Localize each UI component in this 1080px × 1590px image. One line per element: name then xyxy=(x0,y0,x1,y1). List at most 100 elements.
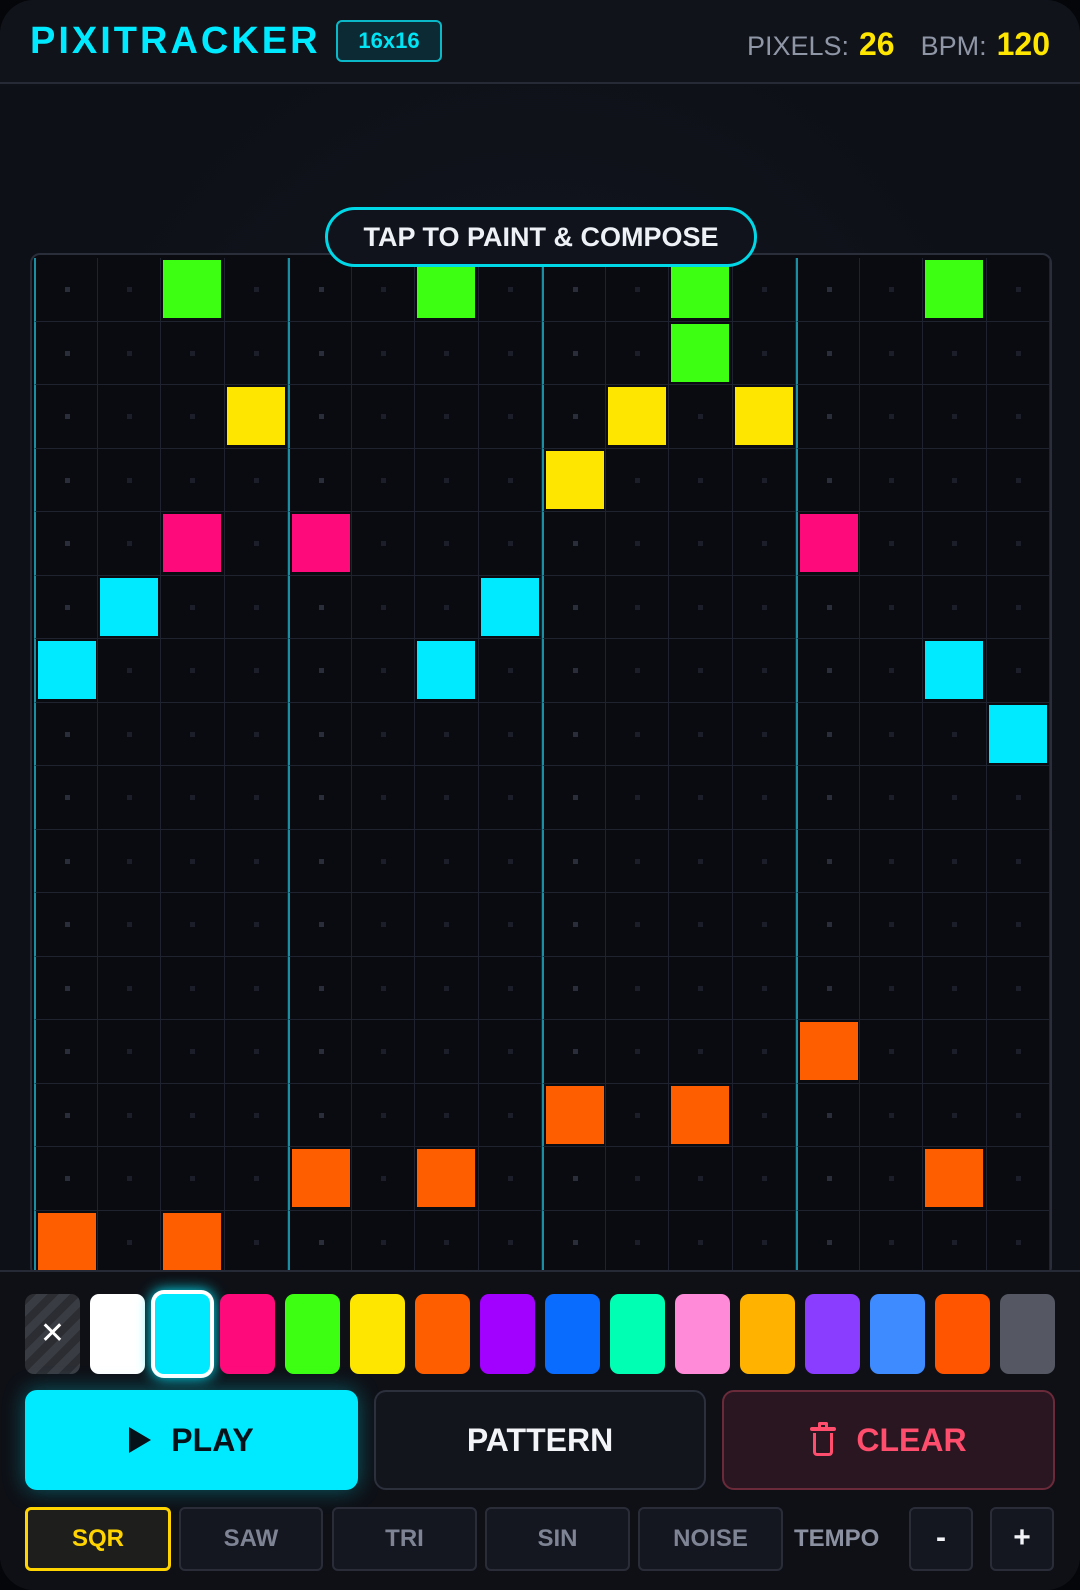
grid-cell[interactable] xyxy=(97,1020,161,1084)
grid-cell[interactable] xyxy=(288,1020,352,1084)
grid-cell[interactable] xyxy=(923,893,987,957)
grid-cell[interactable] xyxy=(923,321,987,385)
grid-cell[interactable] xyxy=(351,1083,415,1147)
grid-cell[interactable] xyxy=(605,448,669,512)
grid-cell[interactable] xyxy=(986,1147,1050,1211)
color-swatch[interactable] xyxy=(675,1294,730,1374)
grid-cell[interactable] xyxy=(161,512,225,576)
grid-cell[interactable] xyxy=(34,1147,98,1211)
grid-cell[interactable] xyxy=(859,702,923,766)
grid-cell[interactable] xyxy=(732,766,796,830)
grid-cell[interactable] xyxy=(542,1083,606,1147)
grid-cell[interactable] xyxy=(796,258,860,322)
grid-cell[interactable] xyxy=(732,385,796,449)
grid-cell[interactable] xyxy=(97,1083,161,1147)
grid-cell[interactable] xyxy=(986,321,1050,385)
grid-cell[interactable] xyxy=(351,512,415,576)
grid-cell[interactable] xyxy=(97,512,161,576)
grid-cell[interactable] xyxy=(34,893,98,957)
tempo-increase-button[interactable]: + xyxy=(990,1507,1054,1571)
grid-cell[interactable] xyxy=(669,1210,733,1274)
grid-cell[interactable] xyxy=(224,1147,288,1211)
grid-cell[interactable] xyxy=(34,1020,98,1084)
color-swatch[interactable] xyxy=(805,1294,860,1374)
grid-cell[interactable] xyxy=(732,1020,796,1084)
grid-cell[interactable] xyxy=(415,766,479,830)
grid-cell[interactable] xyxy=(986,829,1050,893)
grid-cell[interactable] xyxy=(923,1147,987,1211)
grid-cell[interactable] xyxy=(288,575,352,639)
grid-cell[interactable] xyxy=(478,575,542,639)
grid-cell[interactable] xyxy=(542,702,606,766)
grid-cell[interactable] xyxy=(605,893,669,957)
color-swatch[interactable] xyxy=(1000,1294,1055,1374)
grid-cell[interactable] xyxy=(288,639,352,703)
grid-cell[interactable] xyxy=(288,385,352,449)
grid-cell[interactable] xyxy=(97,258,161,322)
grid-cell[interactable] xyxy=(605,512,669,576)
grid-cell[interactable] xyxy=(351,893,415,957)
grid-cell[interactable] xyxy=(34,385,98,449)
grid-cell[interactable] xyxy=(986,385,1050,449)
grid-cell[interactable] xyxy=(859,1020,923,1084)
grid-cell[interactable] xyxy=(542,1020,606,1084)
grid-cell[interactable] xyxy=(796,448,860,512)
grid-cell[interactable] xyxy=(415,956,479,1020)
grid-cell[interactable] xyxy=(97,956,161,1020)
grid-cell[interactable] xyxy=(161,956,225,1020)
grid-cell[interactable] xyxy=(288,1210,352,1274)
grid-cell[interactable] xyxy=(732,1083,796,1147)
grid-cell[interactable] xyxy=(224,258,288,322)
grid-cell[interactable] xyxy=(97,575,161,639)
grid-cell[interactable] xyxy=(351,829,415,893)
grid-cell[interactable] xyxy=(669,639,733,703)
grid-cell[interactable] xyxy=(542,1147,606,1211)
grid-cell[interactable] xyxy=(669,575,733,639)
grid-cell[interactable] xyxy=(351,321,415,385)
grid-cell[interactable] xyxy=(161,1210,225,1274)
grid-cell[interactable] xyxy=(288,448,352,512)
pattern-button[interactable]: PATTERN xyxy=(374,1390,706,1490)
grid-cell[interactable] xyxy=(415,321,479,385)
color-swatch[interactable] xyxy=(90,1294,145,1374)
grid-cell[interactable] xyxy=(669,258,733,322)
grid-cell[interactable] xyxy=(605,1210,669,1274)
grid-cell[interactable] xyxy=(288,766,352,830)
grid-cell[interactable] xyxy=(351,448,415,512)
grid-cell[interactable] xyxy=(605,766,669,830)
grid-cell[interactable] xyxy=(288,893,352,957)
grid-cell[interactable] xyxy=(542,766,606,830)
grid-cell[interactable] xyxy=(796,1083,860,1147)
grid-cell[interactable] xyxy=(161,1083,225,1147)
grid-cell[interactable] xyxy=(478,829,542,893)
grid-cell[interactable] xyxy=(161,258,225,322)
grid-cell[interactable] xyxy=(224,1083,288,1147)
grid-cell[interactable] xyxy=(923,1020,987,1084)
grid-cell[interactable] xyxy=(478,448,542,512)
grid-cell[interactable] xyxy=(923,385,987,449)
grid-cell[interactable] xyxy=(796,512,860,576)
grid-cell[interactable] xyxy=(923,639,987,703)
grid-cell[interactable] xyxy=(161,1147,225,1211)
grid-cell[interactable] xyxy=(224,385,288,449)
grid-cell[interactable] xyxy=(923,448,987,512)
grid-cell[interactable] xyxy=(351,1210,415,1274)
grid-cell[interactable] xyxy=(97,893,161,957)
grid-cell[interactable] xyxy=(224,575,288,639)
color-swatch[interactable] xyxy=(415,1294,470,1374)
grid-cell[interactable] xyxy=(669,1083,733,1147)
grid-cell[interactable] xyxy=(97,385,161,449)
grid-cell[interactable] xyxy=(97,639,161,703)
grid-cell[interactable] xyxy=(34,766,98,830)
grid-cell[interactable] xyxy=(605,1020,669,1084)
color-swatch[interactable] xyxy=(740,1294,795,1374)
grid-cell[interactable] xyxy=(605,321,669,385)
grid-cell[interactable] xyxy=(796,766,860,830)
grid-cell[interactable] xyxy=(796,1020,860,1084)
grid-cell[interactable] xyxy=(605,575,669,639)
grid-cell[interactable] xyxy=(796,385,860,449)
grid-cell[interactable] xyxy=(161,639,225,703)
grid-cell[interactable] xyxy=(796,893,860,957)
grid-cell[interactable] xyxy=(34,575,98,639)
grid-cell[interactable] xyxy=(224,766,288,830)
